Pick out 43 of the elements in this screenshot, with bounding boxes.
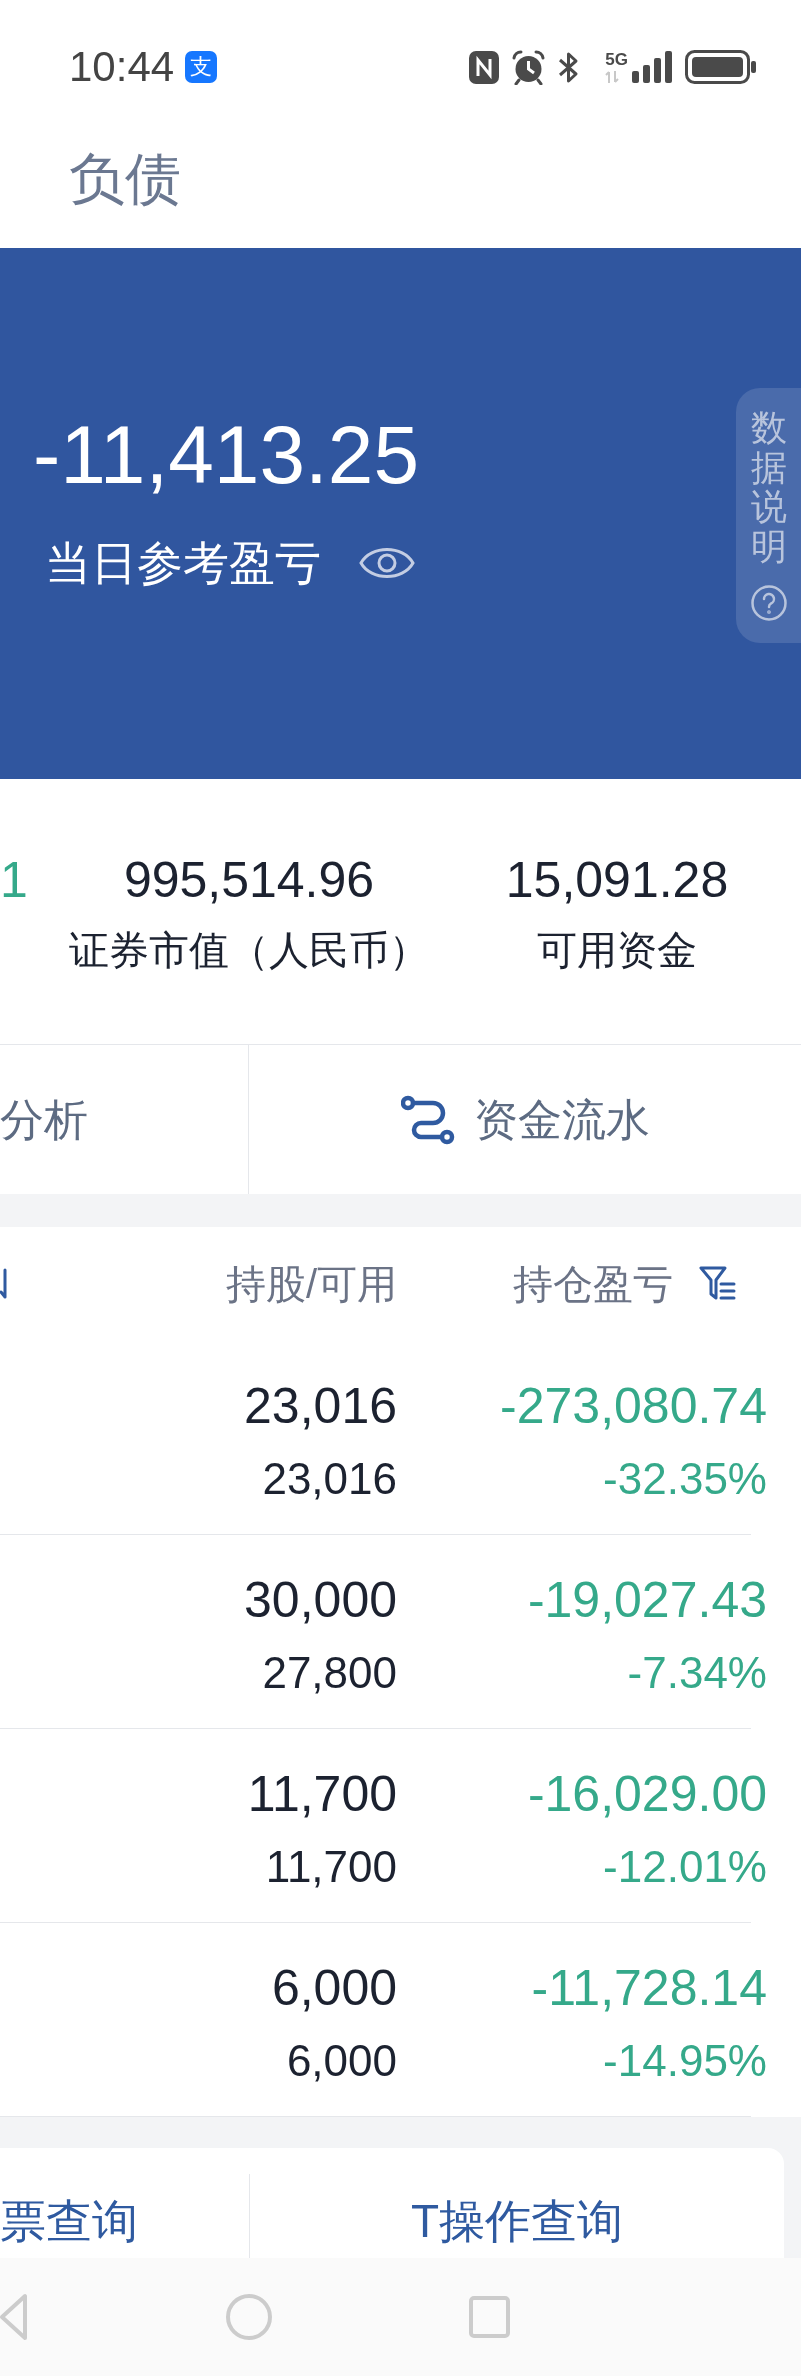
stat-value: 995,514.96 [123, 855, 375, 905]
stat-value: 1 [0, 855, 28, 905]
signal-icon [632, 51, 672, 83]
pnl-percent-cell: -7.34% [627, 1651, 767, 1695]
shares-cell: 11,700 [247, 1769, 397, 1819]
available-cell: 11,700 [265, 1845, 397, 1889]
pnl-cell: -11,728.14 [531, 1963, 767, 2013]
battery-icon [685, 50, 756, 84]
nfc-icon [469, 50, 500, 84]
sort-arrow-icon[interactable] [0, 1268, 9, 1300]
daily-pnl-label: 当日参考盈亏 [45, 540, 321, 586]
filter-icon[interactable] [699, 1265, 736, 1303]
available-cell: 23,016 [262, 1457, 397, 1501]
app-badge: 支 [185, 51, 218, 83]
alarm-icon [511, 49, 547, 85]
stat-label: 可用资金 [537, 930, 697, 970]
help-icon [750, 585, 787, 622]
pnl-percent-cell: -14.95% [603, 2039, 767, 2083]
network-type: 5G [605, 51, 628, 68]
pnl-cell: -273,080.74 [500, 1381, 767, 1431]
available-cell: 6,000 [286, 2039, 397, 2083]
data-info-tab[interactable]: 数据说明 [736, 388, 801, 643]
pnl-cell: -19,027.43 [527, 1575, 767, 1625]
pnl-cell: -16,029.00 [527, 1769, 767, 1819]
query-button[interactable]: 票查询 [0, 2198, 138, 2244]
pnl-percent-cell: -12.01% [603, 1845, 767, 1889]
data-arrows-icon [605, 71, 620, 83]
flow-route-icon [400, 1094, 455, 1145]
stat-value: 15,091.28 [505, 855, 729, 905]
pnl-percent-cell: -32.35% [603, 1457, 767, 1501]
available-cell: 27,800 [262, 1651, 397, 1695]
clock-time: 10:44 [69, 46, 175, 88]
shares-cell: 23,016 [244, 1381, 397, 1431]
tab[interactable]: 负债 [69, 151, 181, 207]
query-button[interactable]: T操作查询 [410, 2198, 624, 2244]
action-button[interactable]: 分析 [0, 1097, 88, 1142]
stat-label: 证券市值（人民币） [69, 930, 429, 970]
column-header: 持股/可用 [225, 1264, 397, 1304]
shares-cell: 30,000 [244, 1575, 397, 1625]
daily-pnl-value: -11,413.25 [33, 414, 420, 496]
column-header: 持仓盈亏 [513, 1264, 673, 1304]
action-button[interactable]: 资金流水 [400, 1094, 650, 1145]
shares-cell: 6,000 [271, 1963, 397, 2013]
